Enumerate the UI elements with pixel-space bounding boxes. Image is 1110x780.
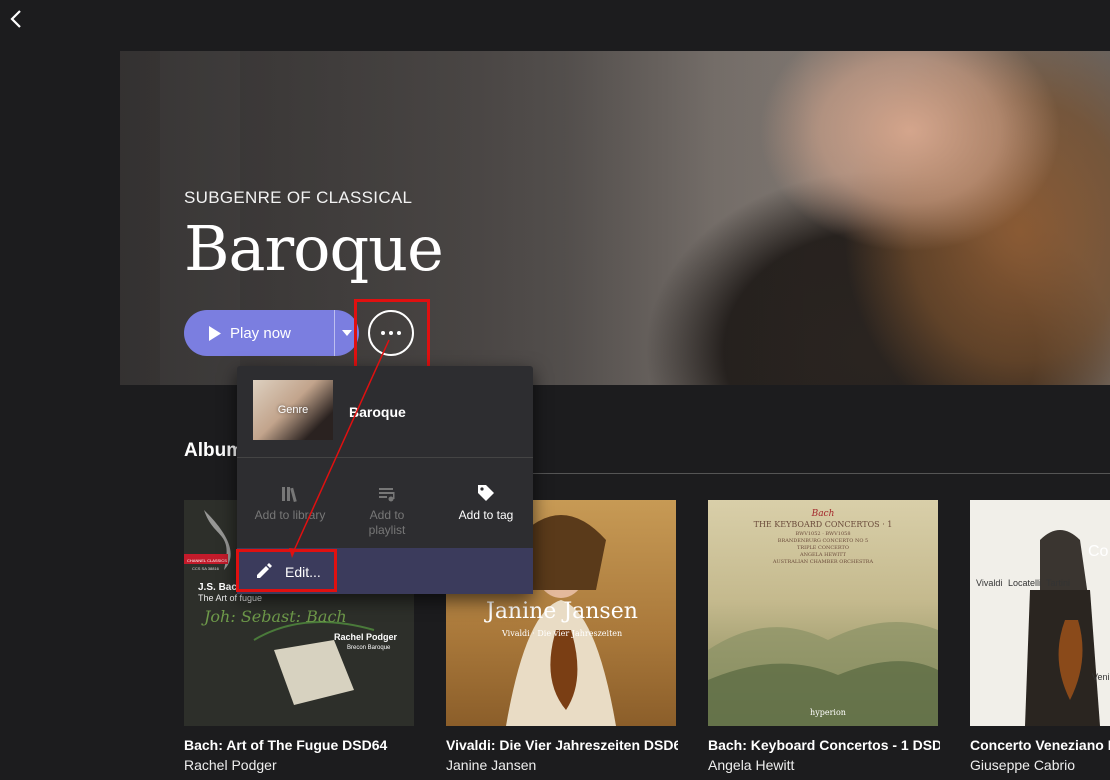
cover-artist: ANGELA HEWITT — [799, 552, 847, 558]
add-to-tag-label: Add to tag — [458, 508, 514, 522]
genre-title: Baroque — [184, 212, 444, 285]
tag-icon — [436, 480, 536, 502]
cover-art: Vivaldi Locatelli Tartini Co Veni — [976, 530, 1110, 726]
cover-composer: Bach — [811, 509, 835, 519]
menu-item-name: Baroque — [349, 404, 406, 420]
cover-ensemble: AUSTRALIAN CHAMBER ORCHESTRA — [772, 559, 874, 565]
genre-subtitle: SUBGENRE OF CLASSICAL — [184, 188, 413, 207]
play-icon — [209, 325, 221, 341]
playlist-add-icon — [337, 480, 437, 502]
menu-divider — [237, 457, 533, 458]
cover-title-2: Veni — [1092, 672, 1110, 682]
album-artist[interactable]: Angela Hewitt — [708, 757, 794, 773]
album-artist[interactable]: Rachel Podger — [184, 757, 277, 773]
cover-artist: Rachel Podger — [334, 632, 398, 642]
annotation-highlight-edit — [236, 549, 337, 592]
cover-composer-2: Locatelli — [1008, 578, 1041, 588]
album-title[interactable]: Vivaldi: Die Vier Jahreszeiten DSD64 — [446, 737, 678, 753]
annotation-highlight-more — [354, 299, 430, 369]
album-cover[interactable]: Vivaldi Locatelli Tartini Co Veni — [970, 500, 1110, 726]
cover-catalog: CCS SA 38816 — [192, 566, 220, 571]
album-title[interactable]: Bach: Art of The Fugue DSD64 — [184, 737, 416, 753]
cover-label: hyperion — [810, 708, 846, 717]
play-now-button-group: Play now — [184, 310, 359, 356]
cover-art: Bach THE KEYBOARD CONCERTOS · 1 BWV1052 … — [708, 509, 938, 726]
cover-work: THE KEYBOARD CONCERTOS · 1 — [754, 520, 893, 529]
cover-composer-3: Tartini — [1046, 578, 1070, 588]
cover-composer: Vivaldi — [976, 578, 1002, 588]
add-to-tag-button[interactable]: Add to tag — [436, 480, 536, 523]
add-to-playlist-label: Add to playlist — [368, 508, 406, 537]
cover-ensemble: Brecon Baroque — [347, 645, 391, 651]
play-now-label: Play now — [230, 324, 291, 342]
cover-artist: Janine Jansen — [484, 599, 638, 624]
album-title[interactable]: Bach: Keyboard Concertos - 1 DSD64 — [708, 737, 940, 753]
genre-thumbnail: Genre — [253, 380, 333, 440]
play-now-button[interactable]: Play now — [184, 310, 310, 356]
cover-work-3: TRIPLE CONCERTO — [797, 545, 849, 551]
cover-work: The Art of fugue — [198, 593, 262, 603]
cover-work: Vivaldi · Die vier Jahreszeiten — [501, 629, 622, 638]
library-icon — [240, 480, 340, 502]
add-to-playlist-button[interactable]: Add to playlist — [337, 480, 437, 538]
section-divider — [532, 473, 1110, 474]
album-artist[interactable]: Janine Jansen — [446, 757, 536, 773]
album-artist[interactable]: Giuseppe Cabrio — [970, 757, 1075, 773]
add-to-library-label: Add to library — [254, 508, 326, 522]
cover-work-2: BRANDENBURG CONCERTO NO 5 — [778, 538, 868, 544]
back-arrow-icon[interactable] — [6, 8, 28, 30]
thumbnail-label: Genre — [277, 404, 309, 416]
cover-signature: Joh: Sebast: Bach — [201, 607, 347, 626]
album-card[interactable]: Bach THE KEYBOARD CONCERTOS · 1 BWV1052 … — [708, 500, 940, 773]
album-card[interactable]: Vivaldi Locatelli Tartini Co Veni Concer… — [970, 500, 1110, 773]
caret-down-icon — [342, 330, 352, 336]
album-cover[interactable]: Bach THE KEYBOARD CONCERTOS · 1 BWV1052 … — [708, 500, 938, 726]
cover-catalog: BWV1052 · BWV1058 — [795, 531, 850, 537]
add-to-library-button[interactable]: Add to library — [240, 480, 340, 523]
album-title[interactable]: Concerto Veneziano DSD64 — [970, 737, 1110, 753]
cover-label-ribbon: CHANNEL CLASSICS — [187, 558, 227, 563]
cover-title: Co — [1088, 543, 1109, 560]
